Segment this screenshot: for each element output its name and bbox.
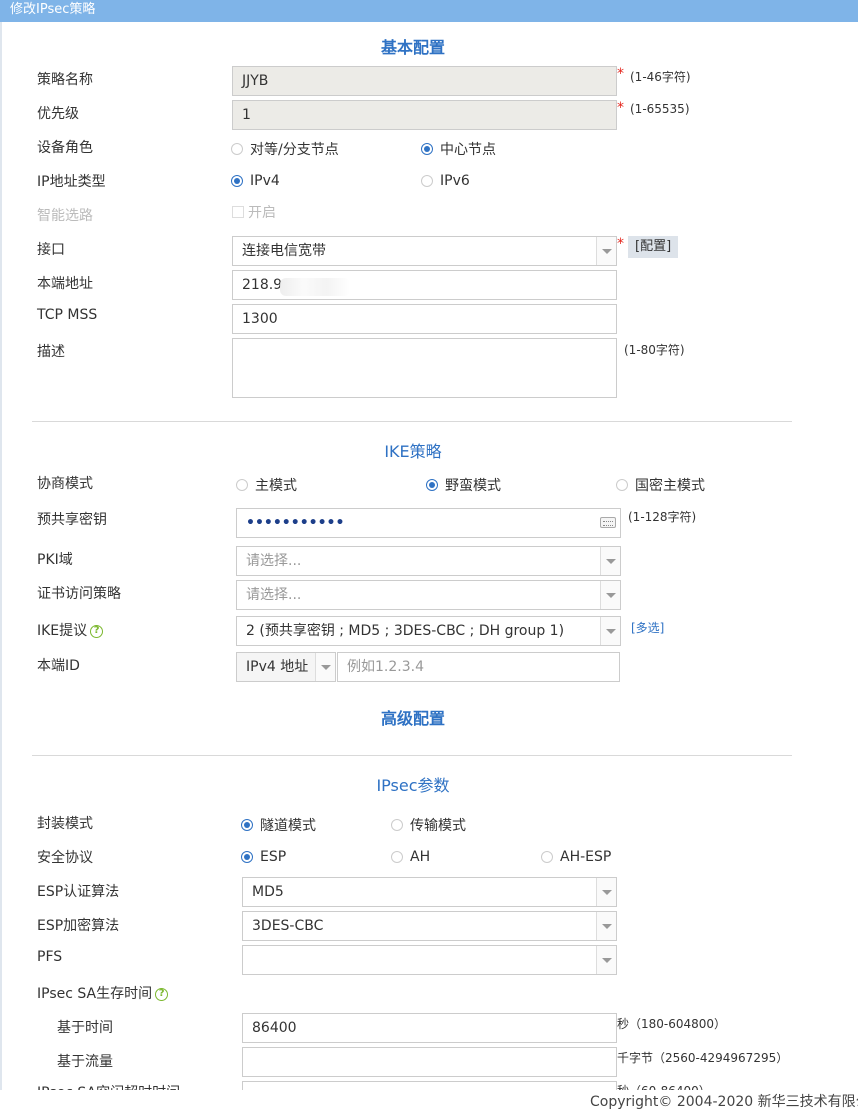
- section-ipsec-title: IPsec参数: [376, 776, 450, 795]
- section-basic-title: 基本配置: [380, 38, 445, 57]
- interface-select[interactable]: 连接电信宽带: [232, 236, 617, 266]
- help-icon[interactable]: ?: [155, 987, 169, 1001]
- time-based-label: 基于时间: [57, 1020, 113, 1036]
- section-ike-title: IKE策略: [384, 442, 442, 461]
- required-mark: *: [617, 66, 624, 82]
- pki-domain-select[interactable]: 请选择...: [236, 546, 621, 576]
- redaction-blur: [280, 278, 350, 296]
- ike-proposal-select[interactable]: 2 (预共享密钥 ; MD5 ; 3DES-CBC ; DH group 1): [236, 616, 621, 646]
- time-based-field[interactable]: 86400: [242, 1013, 617, 1043]
- chevron-down-icon: [315, 653, 335, 681]
- sa-lifetime-label: IPsec SA生存时间?: [37, 983, 169, 1003]
- ike-proposal-label: IKE提议?: [37, 620, 104, 640]
- role-peer-radio[interactable]: 对等/分支节点: [231, 139, 339, 159]
- chevron-down-icon: [600, 617, 620, 645]
- pki-domain-label: PKI域: [37, 552, 73, 568]
- help-icon[interactable]: ?: [90, 624, 104, 638]
- ip-type-label: IP地址类型: [37, 174, 106, 190]
- priority-field: 1: [232, 100, 617, 130]
- psk-hint: (1-128字符): [628, 510, 697, 524]
- description-textarea[interactable]: [232, 338, 617, 398]
- time-based-hint: 秒（180-604800）: [617, 1017, 727, 1031]
- traffic-based-label: 基于流量: [57, 1054, 113, 1070]
- chevron-down-icon: [596, 912, 616, 940]
- cert-policy-label: 证书访问策略: [37, 586, 121, 602]
- section-advanced-title[interactable]: 高级配置: [0, 705, 826, 729]
- required-mark: *: [617, 236, 624, 252]
- keyboard-icon[interactable]: [600, 517, 616, 528]
- priority-label: 优先级: [37, 106, 79, 122]
- smart-route-checkbox: 开启: [232, 202, 276, 222]
- esp-auth-select[interactable]: MD5: [242, 877, 617, 907]
- psk-field[interactable]: •••••••••••: [236, 508, 621, 538]
- window-title: 修改IPsec策略: [0, 0, 858, 22]
- policy-name-label: 策略名称: [37, 72, 93, 88]
- idle-time-field[interactable]: [242, 1081, 617, 1090]
- main-mode-radio[interactable]: 主模式: [236, 475, 297, 495]
- chevron-down-icon: [596, 237, 616, 265]
- ipv6-radio[interactable]: IPv6: [421, 173, 470, 189]
- local-id-type-select[interactable]: IPv4 地址: [236, 652, 336, 682]
- multi-select-link[interactable]: [多选]: [631, 619, 664, 636]
- ah-radio[interactable]: AH: [391, 849, 430, 865]
- interface-config-button[interactable]: [配置]: [628, 236, 679, 258]
- policy-name-hint: (1-46字符): [630, 70, 691, 84]
- divider: [32, 755, 792, 756]
- esp-auth-label: ESP认证算法: [37, 884, 120, 900]
- cert-policy-select[interactable]: 请选择...: [236, 580, 621, 610]
- interface-label: 接口: [37, 242, 65, 258]
- chevron-down-icon: [596, 878, 616, 906]
- priority-hint: (1-65535): [630, 102, 690, 116]
- device-role-label: 设备角色: [37, 140, 93, 156]
- local-id-field[interactable]: 例如1.2.3.4: [337, 652, 620, 682]
- negotiation-mode-label: 协商模式: [37, 476, 93, 492]
- protocol-label: 安全协议: [37, 850, 93, 866]
- policy-name-field: JJYB: [232, 66, 617, 96]
- divider: [32, 421, 792, 422]
- copyright-footer: Copyright© 2004-2020 新华三技术有限公: [590, 1090, 858, 1114]
- aggressive-mode-radio[interactable]: 野蛮模式: [426, 475, 501, 495]
- clipped-row: IPsec SA空闲超时时间 秒（60-86400）: [0, 1080, 858, 1090]
- chevron-down-icon: [600, 581, 620, 609]
- pfs-select[interactable]: [242, 945, 617, 975]
- local-id-label: 本端ID: [37, 658, 80, 674]
- sm-main-mode-radio[interactable]: 国密主模式: [616, 475, 705, 495]
- local-address-label: 本端地址: [37, 276, 93, 292]
- traffic-based-field[interactable]: [242, 1047, 617, 1077]
- required-mark: *: [617, 100, 624, 116]
- esp-radio[interactable]: ESP: [241, 849, 286, 865]
- psk-label: 预共享密钥: [37, 512, 107, 528]
- idle-time-label: IPsec SA空闲超时时间: [37, 1082, 180, 1090]
- transport-mode-radio[interactable]: 传输模式: [391, 815, 466, 835]
- description-label: 描述: [37, 344, 65, 360]
- ipv4-radio[interactable]: IPv4: [231, 173, 280, 189]
- role-hub-radio[interactable]: 中心节点: [421, 139, 496, 159]
- tcp-mss-label: TCP MSS: [37, 307, 98, 323]
- encap-mode-label: 封装模式: [37, 816, 93, 832]
- esp-enc-select[interactable]: 3DES-CBC: [242, 911, 617, 941]
- tunnel-mode-radio[interactable]: 隧道模式: [241, 815, 316, 835]
- traffic-based-hint: 千字节（2560-4294967295）: [617, 1051, 789, 1065]
- chevron-down-icon: [600, 547, 620, 575]
- ah-esp-radio[interactable]: AH-ESP: [541, 849, 611, 865]
- pfs-label: PFS: [37, 949, 63, 965]
- idle-time-hint: 秒（60-86400）: [617, 1082, 711, 1090]
- smart-route-label: 智能选路: [37, 208, 93, 224]
- description-hint: (1-80字符): [624, 343, 685, 357]
- esp-enc-label: ESP加密算法: [37, 918, 120, 934]
- tcp-mss-field[interactable]: 1300: [232, 304, 617, 334]
- chevron-down-icon: [596, 946, 616, 974]
